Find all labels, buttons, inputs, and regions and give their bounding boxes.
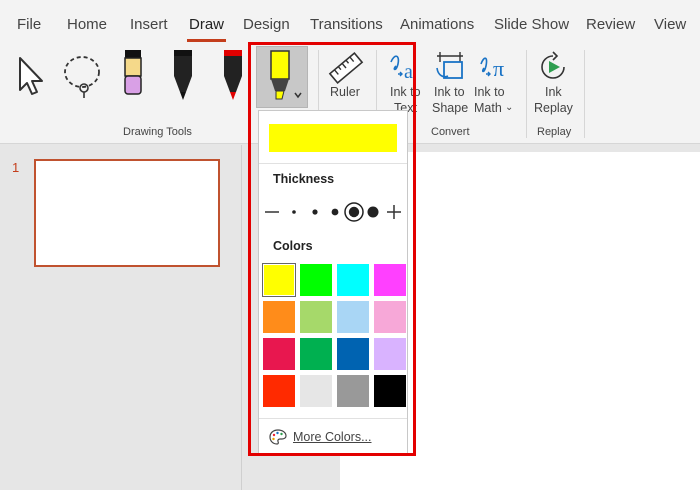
- thickness-heading: Thickness: [273, 172, 335, 186]
- thickness-options: [263, 201, 405, 223]
- tab-design[interactable]: Design: [243, 16, 290, 33]
- ink-to-shape-label-2[interactable]: Shape: [432, 100, 468, 116]
- color-swatch[interactable]: [300, 264, 332, 296]
- tab-animations[interactable]: Animations: [400, 16, 474, 33]
- pen-preview: [269, 124, 397, 152]
- thickness-increase-icon[interactable]: [387, 205, 401, 219]
- tab-insert[interactable]: Insert: [130, 16, 168, 33]
- eraser-icon[interactable]: [120, 48, 148, 107]
- pen-options-dropdown: Thickness Colors More Colors...: [258, 110, 408, 455]
- ink-to-shape-label-1[interactable]: Ink to: [434, 84, 465, 100]
- tab-file[interactable]: File: [17, 16, 41, 33]
- group-label-convert: Convert: [431, 126, 470, 138]
- highlighter-icon[interactable]: [256, 46, 308, 108]
- tab-transitions[interactable]: Transitions: [310, 16, 383, 33]
- divider: [259, 163, 407, 164]
- color-swatch[interactable]: [263, 375, 295, 407]
- ink-to-text-label-1[interactable]: Ink to: [390, 84, 421, 100]
- ink-replay-label-2[interactable]: Replay: [534, 100, 573, 116]
- svg-text:π: π: [493, 56, 504, 81]
- ruler-label[interactable]: Ruler: [330, 84, 360, 100]
- slide-thumbnails-panel: 1: [0, 145, 242, 490]
- color-swatch[interactable]: [263, 338, 295, 370]
- color-swatch[interactable]: [374, 375, 406, 407]
- ink-to-math-label-2[interactable]: Math: [474, 100, 502, 116]
- color-swatch[interactable]: [337, 264, 369, 296]
- ink-to-math-label-1[interactable]: Ink to: [474, 84, 505, 100]
- color-swatch[interactable]: [337, 375, 369, 407]
- ribbon-tab-bar: File Home Insert Draw Design Transitions…: [0, 0, 700, 44]
- color-swatch[interactable]: [300, 338, 332, 370]
- ink-replay-label-1[interactable]: Ink: [545, 84, 562, 100]
- more-colors-button[interactable]: More Colors...: [269, 427, 372, 447]
- color-swatch[interactable]: [300, 301, 332, 333]
- tab-review[interactable]: Review: [586, 16, 635, 33]
- color-swatch[interactable]: [374, 301, 406, 333]
- color-swatch[interactable]: [374, 338, 406, 370]
- tab-draw[interactable]: Draw: [186, 16, 227, 42]
- color-swatch[interactable]: [262, 263, 296, 297]
- thickness-3[interactable]: [331, 208, 339, 216]
- slide-number: 1: [12, 160, 20, 175]
- more-colors-label: More Colors...: [293, 430, 372, 444]
- svg-text:a: a: [404, 61, 413, 83]
- color-swatch[interactable]: [300, 375, 332, 407]
- color-swatch[interactable]: [263, 301, 295, 333]
- chevron-down-icon[interactable]: ⌄: [505, 100, 513, 116]
- thickness-5[interactable]: [367, 206, 379, 218]
- select-arrow-icon[interactable]: [14, 54, 48, 103]
- color-swatch[interactable]: [337, 338, 369, 370]
- thickness-2[interactable]: [312, 209, 318, 215]
- color-swatch[interactable]: [374, 264, 406, 296]
- lasso-select-icon[interactable]: [60, 52, 106, 105]
- divider: [259, 418, 407, 419]
- group-label-drawing-tools: Drawing Tools: [123, 126, 192, 138]
- tab-view[interactable]: View: [654, 16, 686, 33]
- thickness-1[interactable]: [292, 210, 296, 214]
- black-pen-icon[interactable]: [170, 48, 196, 109]
- red-pen-icon[interactable]: [220, 48, 246, 109]
- colors-heading: Colors: [273, 239, 313, 253]
- tab-slide-show[interactable]: Slide Show: [494, 16, 569, 33]
- palette-icon: [269, 429, 287, 445]
- group-label-replay: Replay: [537, 126, 572, 138]
- thickness-4-selected[interactable]: [344, 202, 364, 222]
- color-swatch[interactable]: [337, 301, 369, 333]
- tab-home[interactable]: Home: [67, 16, 107, 33]
- slide-thumbnail[interactable]: [34, 159, 220, 267]
